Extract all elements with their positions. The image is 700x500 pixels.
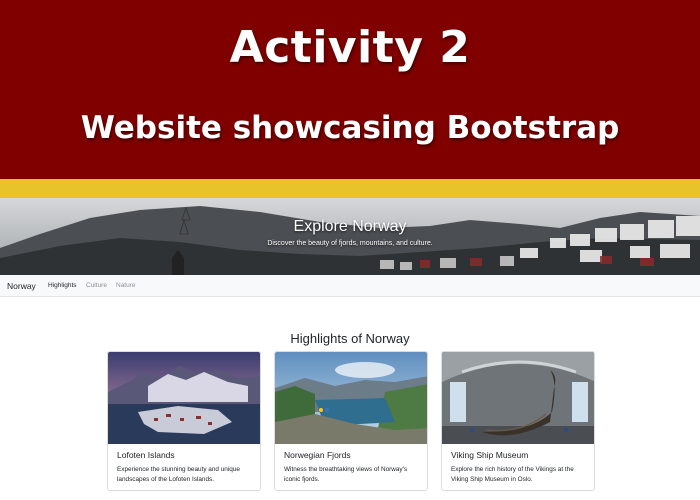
gold-divider (0, 179, 700, 198)
hero-title: Explore Norway (293, 218, 407, 235)
card-fjords[interactable]: Norwegian Fjords Witness the breathtakin… (274, 351, 428, 491)
website-screenshot: Explore Norway Discover the beauty of fj… (0, 198, 700, 500)
fjord-photo (275, 352, 427, 444)
card-viking-ship[interactable]: Viking Ship Museum Explore the rich hist… (441, 351, 595, 491)
nav-link-highlights[interactable]: Highlights (48, 282, 77, 289)
slide-title: Activity 2 (229, 22, 471, 73)
hero-subtitle: Discover the beauty of fjords, mountains… (267, 240, 433, 247)
card-title-viking: Viking Ship Museum (451, 450, 529, 460)
card-image-fjords (275, 352, 427, 444)
card-image-lofoten (108, 352, 260, 444)
hero-banner: Explore Norway Discover the beauty of fj… (0, 198, 700, 275)
lofoten-photo (108, 352, 260, 444)
hero-background-image (0, 198, 700, 275)
viking-ship-photo (442, 352, 594, 444)
navbar: Norway Highlights Culture Nature (0, 275, 700, 297)
slide-subtitle: Website showcasing Bootstrap (80, 110, 620, 146)
section-title: Highlights of Norway (290, 331, 410, 346)
nav-link-nature[interactable]: Nature (116, 282, 136, 289)
card-image-viking (442, 352, 594, 444)
card-text-viking: Explore the rich history of the Vikings … (451, 466, 574, 483)
card-lofoten[interactable]: Lofoten Islands Experience the stunning … (107, 351, 261, 491)
card-text-fjords: Witness the breathtaking views of Norway… (284, 466, 408, 483)
card-title-lofoten: Lofoten Islands (117, 450, 175, 460)
card-title-fjords: Norwegian Fjords (284, 450, 351, 460)
navbar-brand[interactable]: Norway (7, 281, 36, 291)
nav-link-culture[interactable]: Culture (86, 282, 107, 289)
card-text-lofoten: Experience the stunning beauty and uniqu… (117, 466, 240, 483)
slide-banner: Activity 2 Website showcasing Bootstrap (0, 0, 700, 179)
